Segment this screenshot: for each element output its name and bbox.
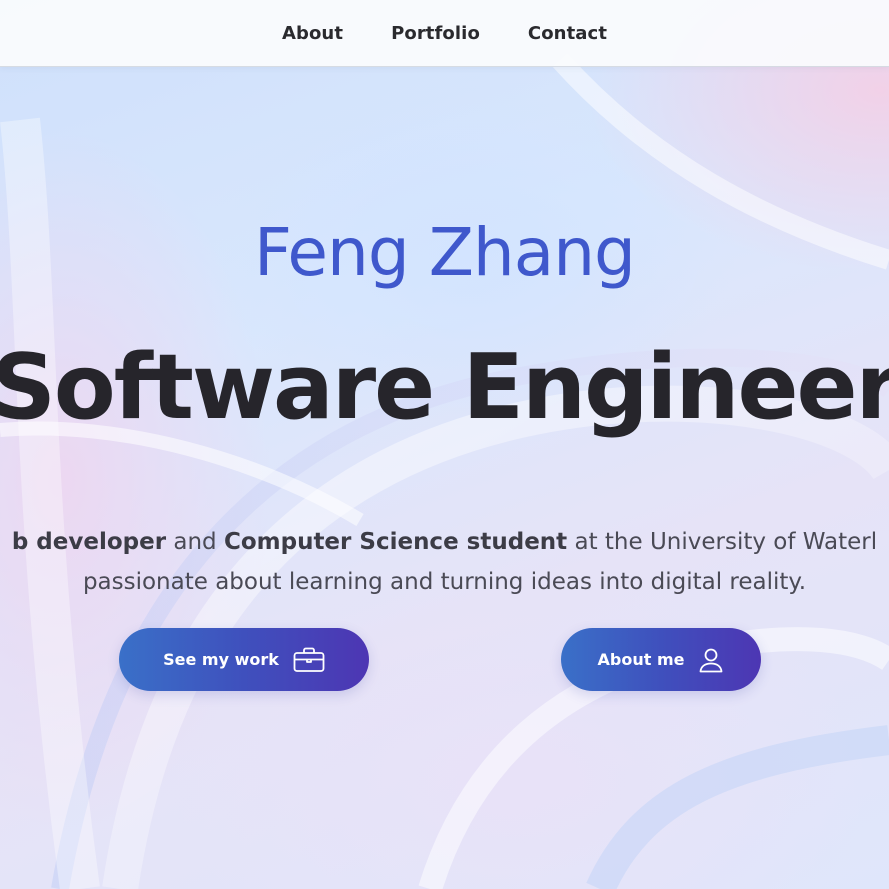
hero-description: b developer and Computer Science student…: [0, 522, 889, 602]
hero-title: Software Engineer: [0, 335, 889, 440]
briefcase-icon: [293, 647, 325, 673]
see-my-work-label: See my work: [163, 650, 279, 669]
description-connector-text: and: [166, 529, 224, 555]
description-role-bold: b developer: [11, 529, 167, 555]
see-my-work-button[interactable]: See my work: [119, 628, 369, 691]
about-me-label: About me: [597, 650, 685, 669]
hero-description-line-2: passionate about learning and turning id…: [82, 569, 807, 595]
about-me-button[interactable]: About me: [561, 628, 761, 691]
user-icon: [698, 647, 724, 673]
hero-name: Feng Zhang: [254, 214, 636, 291]
description-student-bold: Computer Science student: [223, 529, 568, 555]
hero-description-line-1: b developer and Computer Science student…: [0, 522, 889, 562]
description-university-text: at the University of Waterl: [567, 529, 878, 555]
hero-section: Feng Zhang Software Engineer b developer…: [0, 0, 889, 889]
